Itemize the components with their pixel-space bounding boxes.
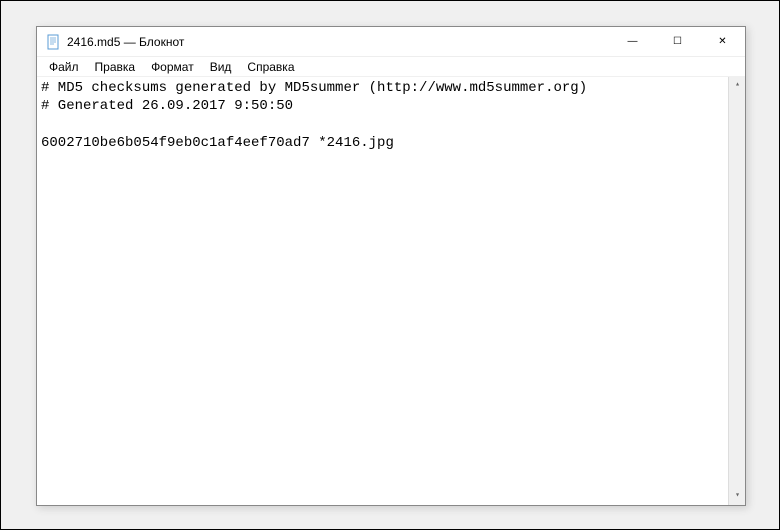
text-area[interactable]: # MD5 checksums generated by MD5summer (… (37, 77, 745, 505)
menu-edit[interactable]: Правка (87, 58, 144, 76)
notepad-window: 2416.md5 — Блокнот — ☐ ✕ Файл Правка Фор… (36, 26, 746, 506)
close-button[interactable]: ✕ (700, 27, 745, 56)
minimize-button[interactable]: — (610, 27, 655, 56)
scroll-down-icon[interactable]: ▾ (729, 488, 745, 505)
vertical-scrollbar[interactable]: ▴ ▾ (728, 77, 745, 505)
menubar: Файл Правка Формат Вид Справка (37, 57, 745, 77)
scroll-up-icon[interactable]: ▴ (729, 77, 745, 94)
titlebar[interactable]: 2416.md5 — Блокнот — ☐ ✕ (37, 27, 745, 57)
window-controls: — ☐ ✕ (610, 27, 745, 56)
menu-view[interactable]: Вид (202, 58, 240, 76)
maximize-button[interactable]: ☐ (655, 27, 700, 56)
content-line: # Generated 26.09.2017 9:50:50 (41, 98, 293, 114)
window-title: 2416.md5 — Блокнот (67, 35, 610, 49)
menu-file[interactable]: Файл (41, 58, 87, 76)
content-line: 6002710be6b054f9eb0c1af4eef70ad7 *2416.j… (41, 135, 394, 151)
menu-format[interactable]: Формат (143, 58, 202, 76)
notepad-icon (45, 34, 61, 50)
content-line: # MD5 checksums generated by MD5summer (… (41, 80, 587, 96)
menu-help[interactable]: Справка (239, 58, 302, 76)
